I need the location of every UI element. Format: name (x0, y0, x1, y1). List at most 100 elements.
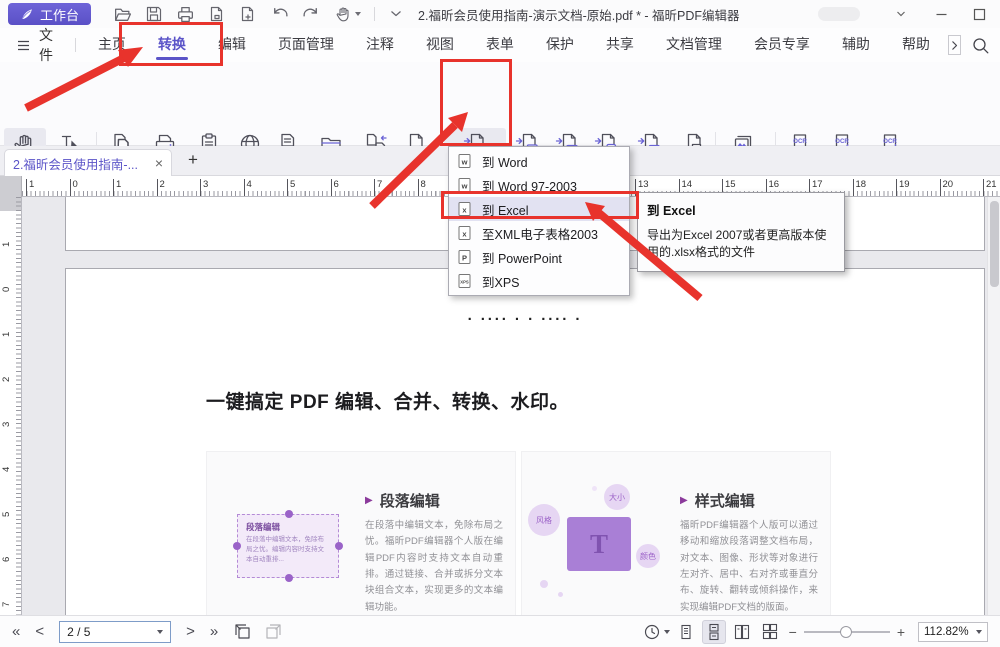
word-file-icon: w (457, 153, 472, 169)
scrollbar-thumb[interactable] (990, 201, 999, 287)
style-bubble: 大小 (604, 484, 630, 510)
previous-view-icon[interactable] (233, 622, 252, 641)
style-bubble: 颜色 (636, 544, 660, 568)
menu-item-assist[interactable]: 辅助 (826, 28, 886, 62)
next-page-button[interactable]: > (186, 623, 195, 640)
hruler-label: 19 (896, 179, 910, 196)
dropdown-item-to-excel[interactable]: x到 Excel (449, 197, 629, 221)
menu-item-form[interactable]: 表单 (470, 28, 530, 62)
menu-item-member[interactable]: 会员专享 (738, 28, 826, 62)
zoom-slider-knob[interactable] (840, 626, 852, 638)
powerpoint-file-icon: P (457, 249, 472, 265)
svg-text:OCR: OCR (883, 138, 897, 145)
hruler-label: 6 (331, 179, 339, 196)
new-page-icon[interactable] (239, 5, 257, 23)
menu-item-protect[interactable]: 保护 (530, 28, 590, 62)
hruler-label: 2 (157, 179, 165, 196)
vertical-ruler: 101234567 (0, 197, 22, 615)
zoom-level-combo[interactable]: 112.82% (918, 622, 988, 642)
facing-continuous-view-icon[interactable] (758, 620, 782, 644)
window-chevron-button[interactable] (884, 0, 918, 28)
hamburger-icon[interactable] (16, 38, 31, 53)
menu-item-file[interactable]: 文件 (39, 25, 61, 65)
menu-bar: 文件 主页转换编辑页面管理注释视图表单保护共享文档管理会员专享辅助帮助 (0, 28, 1000, 62)
vertical-scrollbar[interactable] (987, 197, 1000, 615)
menu-item-edit[interactable]: 编辑 (202, 28, 262, 62)
workspace-button[interactable]: 工作台 (8, 3, 91, 25)
last-page-button[interactable]: » (210, 623, 218, 640)
dropdown-item-to-word[interactable]: w到 Word (449, 149, 629, 173)
menu-item-convert[interactable]: 转换 (142, 28, 202, 62)
toolbar-separator (374, 7, 375, 21)
illustration-title: 段落编辑 (246, 521, 330, 533)
workspace-label: 工作台 (40, 5, 79, 24)
clock-rotate-icon[interactable] (643, 623, 670, 641)
first-page-button[interactable]: « (12, 623, 20, 640)
deco-dot (592, 486, 597, 491)
menu-item-page-manage[interactable]: 页面管理 (262, 28, 350, 62)
search-icon[interactable] (971, 36, 990, 55)
card-title: 样式编辑 (695, 490, 755, 511)
svg-text:w: w (461, 182, 468, 191)
hruler-label: 5 (287, 179, 295, 196)
document-tab[interactable]: 2.福昕会员使用指南-... × (4, 149, 172, 176)
tab-close-icon[interactable]: × (155, 155, 163, 171)
feature-card-paragraph-edit: 段落编辑 在段落中编辑文本，免除布局之忧。编辑内容时支持文本自动重排... ▶ … (206, 451, 516, 615)
menu-item-help[interactable]: 帮助 (886, 28, 946, 62)
hruler-label: 8 (418, 179, 426, 196)
menu-overflow-button[interactable] (948, 35, 961, 55)
extract-page-icon[interactable] (208, 5, 226, 23)
window-maximize-button[interactable] (962, 0, 996, 28)
menu-item-home[interactable]: 主页 (82, 28, 142, 62)
zoom-in-button[interactable]: + (897, 624, 905, 640)
resize-handle (285, 574, 293, 582)
new-tab-button[interactable]: + (188, 150, 198, 170)
redo-icon[interactable] (302, 5, 321, 24)
page-heading: 一键搞定 PDF 编辑、合并、转换、水印。 (206, 387, 569, 414)
feature-card-style-edit: T 风格大小颜色 ▶ 样式编辑 福昕PDF编辑器个人版可以通过移动和缩放段落调整… (521, 451, 831, 615)
dropdown-item-to-word-97[interactable]: w到 Word 97-2003 (449, 173, 629, 197)
dropdown-item-to-powerpoint[interactable]: P到 PowerPoint (449, 245, 629, 269)
hand-cursor-icon[interactable] (334, 5, 361, 23)
resize-handle (285, 510, 293, 518)
hruler-label: 1 (113, 179, 121, 196)
print-icon[interactable] (176, 5, 195, 24)
open-file-icon[interactable] (113, 5, 132, 24)
excel-file-icon: x (457, 201, 472, 217)
menu-items: 主页转换编辑页面管理注释视图表单保护共享文档管理会员专享辅助帮助 (82, 28, 946, 62)
menu-item-comment[interactable]: 注释 (350, 28, 410, 62)
vruler-label: 6 (1, 550, 13, 562)
vruler-label: 1 (1, 235, 13, 247)
menu-divider (75, 38, 76, 52)
single-page-view-icon[interactable] (674, 620, 698, 644)
deco-dot (558, 592, 563, 597)
to-excel-tooltip: 到 Excel 导出为Excel 2007或者更高版本使用的.xlsx格式的文件 (637, 192, 845, 272)
vruler-label: 7 (1, 595, 13, 607)
window-minimize-button[interactable] (924, 0, 958, 28)
illustration-text: 在段落中编辑文本，免除布局之忧。编辑内容时支持文本自动重排... (246, 535, 330, 564)
dropdown-item-to-xps[interactable]: XPS到XPS (449, 269, 629, 293)
save-icon[interactable] (145, 5, 163, 23)
menu-item-doc-manage[interactable]: 文档管理 (650, 28, 738, 62)
zoom-value: 112.82% (924, 626, 973, 638)
next-view-icon[interactable] (264, 622, 283, 641)
foxit-pdf-editor-window: 工作台 2.福昕会员使用指南-演示文档-原始.pdf * - 福昕PDF编辑器 … (0, 0, 1000, 647)
hruler-label: 3 (200, 179, 208, 196)
zoom-out-button[interactable]: − (789, 624, 797, 640)
zoom-slider[interactable] (804, 625, 890, 639)
deco-dot (540, 580, 548, 588)
menu-item-share[interactable]: 共享 (590, 28, 650, 62)
collapse-toolbar-icon[interactable] (388, 6, 404, 22)
bullet-icon: ▶ (365, 495, 373, 506)
menu-item-view[interactable]: 视图 (410, 28, 470, 62)
continuous-view-icon[interactable] (702, 620, 726, 644)
dropdown-item-to-xml-2003[interactable]: x至XML电子表格2003 (449, 221, 629, 245)
letter-tile: T (567, 517, 631, 571)
undo-icon[interactable] (270, 5, 289, 24)
hruler-label: 0 (70, 179, 78, 196)
previous-page-button[interactable]: < (35, 623, 44, 640)
status-bar: « < 2 / 5 > » − + 112.82% (0, 615, 1000, 647)
page-number-combo[interactable]: 2 / 5 (59, 621, 171, 643)
facing-view-icon[interactable] (730, 620, 754, 644)
vruler-label: 4 (1, 460, 13, 472)
